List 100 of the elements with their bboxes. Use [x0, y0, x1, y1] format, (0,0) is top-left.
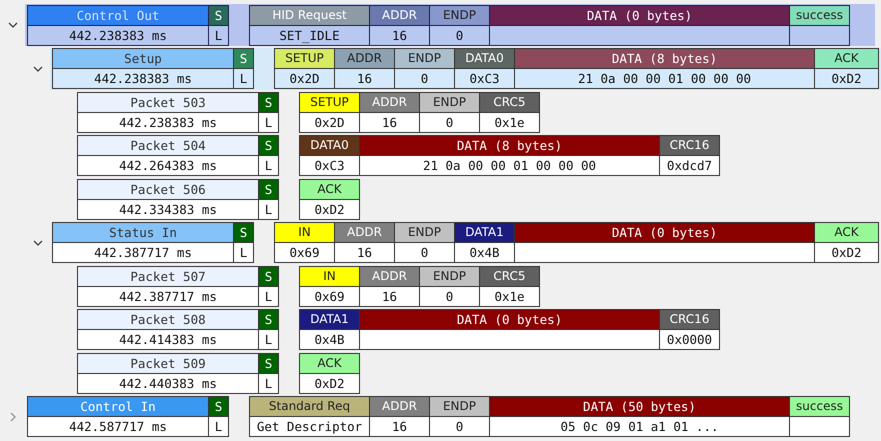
field-header: ENDP: [420, 92, 479, 112]
list-row[interactable]: Setup 442.238383 ms S L SETUP 0x2D ADDR 16 ENDP 0 DATA0 0xC3 DATA (8 bytes) 21 0a 00 00 01 00 00 00 ACK 0xD2: [50, 48, 881, 90]
flag-label: L: [259, 156, 278, 175]
field-header: success: [790, 397, 849, 416]
flag-label: S: [259, 354, 278, 372]
field-header: DATA (8 bytes): [360, 136, 659, 155]
field-header: ACK: [815, 223, 878, 242]
field-value: 0xC3: [300, 156, 359, 175]
row-name: Packet 504: [78, 136, 258, 155]
field-header: HID Request: [250, 6, 369, 24]
field-header: ENDP: [395, 223, 454, 242]
flag-label: S: [209, 397, 228, 416]
timestamp: 442.587717 ms: [28, 417, 208, 436]
field-value: 16: [335, 243, 394, 262]
field-value: Get Descriptor: [250, 417, 369, 436]
flag-label: S: [259, 180, 278, 198]
field-header: ADDR: [360, 266, 419, 286]
field-header: ACK: [300, 354, 359, 372]
field-value: 0x1e: [480, 112, 539, 132]
chevron-down-icon[interactable]: [32, 238, 42, 248]
flag-label: L: [259, 200, 278, 218]
field-header: ADDR: [360, 92, 419, 112]
timestamp: 442.238383 ms: [53, 69, 233, 88]
row-name: Setup: [53, 49, 233, 68]
field-value: 16: [370, 417, 429, 436]
flag-label: S: [234, 49, 253, 68]
field-value: 0: [430, 26, 489, 44]
field-value: 0xC3: [455, 69, 514, 88]
field-header: SETUP: [300, 92, 359, 112]
field-value: 21 0a 00 00 01 00 00 00: [515, 69, 814, 88]
list-row[interactable]: Packet 507 442.387717 ms S L IN 0x69 ADDR 16 ENDP 0 CRC5 0x1e: [75, 265, 875, 307]
field-value: 21 0a 00 00 01 00 00 00: [360, 156, 659, 175]
timestamp: 442.440383 ms: [78, 374, 258, 392]
flag-label: S: [234, 223, 253, 242]
flag-label: S: [259, 92, 278, 112]
field-value: 0xdcd7: [660, 156, 719, 175]
field-header: DATA0: [300, 136, 359, 155]
field-value: 0x2D: [275, 69, 334, 88]
field-value: 0: [420, 286, 479, 306]
flag-label: S: [259, 136, 278, 155]
field-value: 0x4B: [300, 330, 359, 349]
row-name: Packet 503: [78, 92, 258, 112]
field-value: 0x0000: [660, 330, 719, 349]
chevron-down-icon[interactable]: [32, 64, 42, 74]
field-header: DATA (0 bytes): [490, 6, 789, 24]
field-value: 0xD2: [815, 69, 878, 88]
field-header: CRC16: [660, 310, 719, 329]
field-value: 0xD2: [815, 243, 878, 262]
row-name: Packet 508: [78, 310, 258, 329]
flag-label: S: [259, 266, 278, 286]
field-header: ENDP: [430, 6, 489, 24]
list-row[interactable]: Control Out 442.238383 ms S L HID Request SET_IDLE ADDR 16 ENDP 0 DATA (0 bytes) success: [25, 4, 875, 46]
timestamp: 442.414383 ms: [78, 330, 258, 349]
row-name: Control In: [28, 397, 208, 416]
field-header: IN: [275, 223, 334, 242]
field-value: 0xD2: [300, 374, 359, 392]
field-value: 16: [360, 112, 419, 132]
flag-label: L: [234, 69, 253, 88]
field-value: 0: [420, 112, 479, 132]
timestamp: 442.387717 ms: [78, 286, 258, 306]
list-row[interactable]: Packet 506 442.334383 ms S L ACK 0xD2: [75, 178, 875, 220]
field-header: DATA (8 bytes): [515, 49, 814, 68]
field-value: 0: [430, 417, 489, 436]
field-value: 0x69: [275, 243, 334, 262]
field-header: ENDP: [395, 49, 454, 68]
field-value: 0xD2: [300, 200, 359, 218]
row-name: Packet 506: [78, 180, 258, 198]
field-header: success: [790, 6, 849, 24]
timestamp: 442.264383 ms: [78, 156, 258, 175]
flag-label: S: [259, 310, 278, 329]
timestamp: 442.387717 ms: [53, 243, 233, 262]
list-row[interactable]: Packet 509 442.440383 ms S L ACK 0xD2: [75, 352, 875, 394]
flag-label: S: [209, 6, 228, 24]
timestamp: 442.238383 ms: [28, 26, 208, 44]
field-value: 0x4B: [455, 243, 514, 262]
timestamp: 442.238383 ms: [78, 112, 258, 132]
field-header: DATA (50 bytes): [490, 397, 789, 416]
field-header: ENDP: [430, 397, 489, 416]
field-header: ADDR: [335, 49, 394, 68]
field-value: 0: [395, 243, 454, 262]
field-header: DATA1: [455, 223, 514, 242]
field-header: ACK: [300, 180, 359, 198]
field-header: DATA1: [300, 310, 359, 329]
row-name: Control Out: [28, 6, 208, 24]
field-value: 0: [395, 69, 454, 88]
field-header: ENDP: [420, 266, 479, 286]
flag-label: L: [259, 330, 278, 349]
row-name: Packet 509: [78, 354, 258, 372]
chevron-down-icon[interactable]: [8, 20, 18, 30]
list-row[interactable]: Packet 503 442.238383 ms S L SETUP 0x2D ADDR 16 ENDP 0 CRC5 0x1e: [75, 91, 875, 133]
field-value: 0x69: [300, 286, 359, 306]
field-value: 16: [335, 69, 394, 88]
field-header: CRC5: [480, 92, 539, 112]
field-header: SETUP: [275, 49, 334, 68]
flag-label: L: [209, 26, 228, 44]
field-header: ADDR: [370, 6, 429, 24]
field-header: DATA0: [455, 49, 514, 68]
field-value: 16: [360, 286, 419, 306]
field-value: 0x2D: [300, 112, 359, 132]
flag-label: L: [209, 417, 228, 436]
